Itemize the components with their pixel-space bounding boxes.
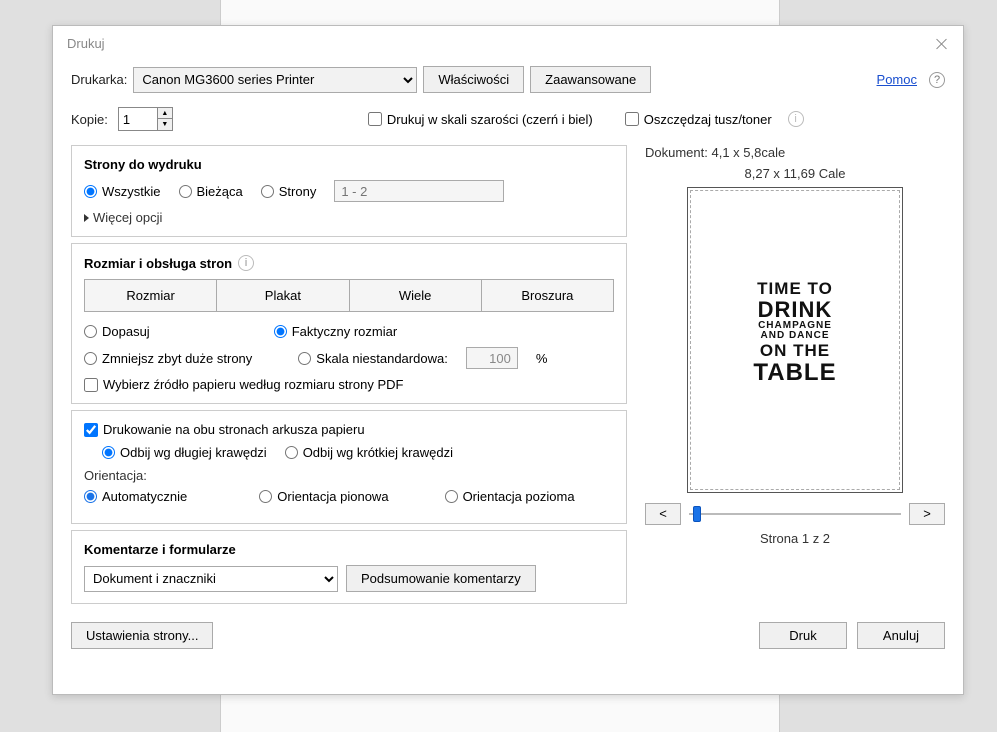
help-icon[interactable]: ? <box>929 72 945 88</box>
help-link[interactable]: Pomoc <box>877 72 917 87</box>
prev-page-button[interactable]: < <box>645 503 681 525</box>
grayscale-checkbox[interactable]: Drukuj w skali szarości (czerń i biel) <box>368 112 593 127</box>
info-icon[interactable]: i <box>788 111 804 127</box>
orientation-label: Orientacja: <box>84 468 614 483</box>
document-dimensions: Dokument: 4,1 x 5,8cale <box>645 145 945 160</box>
titlebar: Drukuj <box>53 26 963 61</box>
radio-flip-short[interactable]: Odbij wg krótkiej krawędzi <box>285 445 453 460</box>
page-setup-button[interactable]: Ustawienia strony... <box>71 622 213 649</box>
printer-label: Drukarka: <box>71 72 127 87</box>
radio-shrink[interactable]: Zmniejsz zbyt duże strony <box>84 351 252 366</box>
info-icon[interactable]: i <box>238 255 254 271</box>
preview-content: TIME TO DRINK CHAMPAGNE AND DANCE ON THE… <box>688 280 902 385</box>
pages-to-print-group: Strony do wydruku Wszystkie Bieżąca Stro… <box>71 145 627 237</box>
printer-select[interactable]: Canon MG3600 series Printer <box>133 67 417 93</box>
paper-source-checkbox[interactable]: Wybierz źródło papieru według rozmiaru s… <box>84 377 614 392</box>
radio-portrait[interactable]: Orientacja pionowa <box>259 489 388 504</box>
tab-booklet[interactable]: Broszura <box>482 279 614 312</box>
radio-all[interactable]: Wszystkie <box>84 184 161 199</box>
summarize-comments-button[interactable]: Podsumowanie komentarzy <box>346 565 536 592</box>
tab-size[interactable]: Rozmiar <box>84 279 217 312</box>
pages-group-title: Strony do wydruku <box>84 157 614 172</box>
paper-dimensions: 8,27 x 11,69 Cale <box>645 166 945 181</box>
radio-fit[interactable]: Dopasuj <box>84 324 150 339</box>
radio-custom-scale[interactable]: Skala niestandardowa: <box>298 351 448 366</box>
slider-thumb[interactable] <box>693 506 701 522</box>
comments-group-title: Komentarze i formularze <box>84 542 614 557</box>
page-range-input[interactable] <box>334 180 504 202</box>
radio-auto[interactable]: Automatycznie <box>84 489 187 504</box>
radio-flip-long[interactable]: Odbij wg długiej krawędzi <box>102 445 267 460</box>
copies-label: Kopie: <box>71 112 108 127</box>
both-sides-checkbox[interactable]: Drukowanie na obu stronach arkusza papie… <box>84 422 614 437</box>
percent-label: % <box>536 351 548 366</box>
duplex-orientation-group: Drukowanie na obu stronach arkusza papie… <box>71 410 627 524</box>
page-indicator: Strona 1 z 2 <box>645 531 945 546</box>
next-page-button[interactable]: > <box>909 503 945 525</box>
radio-pages[interactable]: Strony <box>261 184 317 199</box>
print-preview: TIME TO DRINK CHAMPAGNE AND DANCE ON THE… <box>687 187 903 493</box>
close-icon[interactable] <box>935 37 949 51</box>
advanced-button[interactable]: Zaawansowane <box>530 66 651 93</box>
chevron-right-icon <box>84 214 89 222</box>
radio-landscape[interactable]: Orientacja pozioma <box>445 489 575 504</box>
dialog-title: Drukuj <box>67 36 105 51</box>
comments-select[interactable]: Dokument i znaczniki <box>84 566 338 592</box>
radio-current[interactable]: Bieżąca <box>179 184 243 199</box>
sizing-group-title: Rozmiar i obsługa stron i <box>84 255 614 271</box>
comments-group: Komentarze i formularze Dokument i znacz… <box>71 530 627 604</box>
more-options-toggle[interactable]: Więcej opcji <box>84 210 614 225</box>
tab-poster[interactable]: Plakat <box>217 279 349 312</box>
print-dialog: Drukuj Drukarka: Canon MG3600 series Pri… <box>52 25 964 695</box>
copies-input[interactable] <box>119 110 157 129</box>
properties-button[interactable]: Właściwości <box>423 66 524 93</box>
tab-multiple[interactable]: Wiele <box>350 279 482 312</box>
save-ink-checkbox[interactable]: Oszczędzaj tusz/toner <box>625 112 772 127</box>
cancel-button[interactable]: Anuluj <box>857 622 945 649</box>
copies-up[interactable]: ▲ <box>158 108 172 119</box>
copies-down[interactable]: ▼ <box>158 119 172 130</box>
print-button[interactable]: Druk <box>759 622 847 649</box>
custom-scale-input[interactable] <box>466 347 518 369</box>
sizing-group: Rozmiar i obsługa stron i Rozmiar Plakat… <box>71 243 627 404</box>
copies-stepper[interactable]: ▲ ▼ <box>118 107 173 131</box>
radio-actual[interactable]: Faktyczny rozmiar <box>274 324 397 339</box>
page-slider[interactable] <box>689 504 901 524</box>
